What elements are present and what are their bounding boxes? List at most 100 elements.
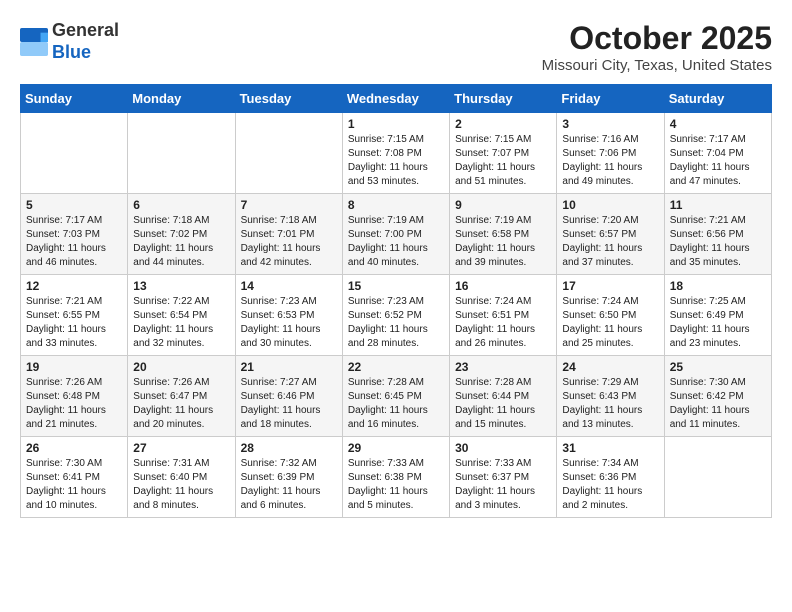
day-number: 24 — [562, 360, 658, 374]
day-number: 31 — [562, 441, 658, 455]
calendar-day-header: Thursday — [450, 85, 557, 113]
cell-info: Sunrise: 7:20 AM Sunset: 6:57 PM Dayligh… — [562, 214, 658, 270]
day-number: 5 — [26, 198, 122, 212]
calendar-cell: 12 Sunrise: 7:21 AM Sunset: 6:55 PM Dayli… — [21, 275, 128, 356]
cell-info: Sunrise: 7:23 AM Sunset: 6:53 PM Dayligh… — [241, 295, 337, 351]
cell-info: Sunrise: 7:21 AM Sunset: 6:56 PM Dayligh… — [670, 214, 766, 270]
calendar-cell: 9 Sunrise: 7:19 AM Sunset: 6:58 PM Daylig… — [450, 194, 557, 275]
day-number: 25 — [670, 360, 766, 374]
calendar-cell: 27Sunrise: 7:31 AM Sunset: 6:40 PM Dayli… — [128, 437, 235, 518]
cell-info: Sunrise: 7:33 AM Sunset: 6:38 PM Dayligh… — [348, 457, 444, 513]
cell-info: Sunrise: 7:15 AM Sunset: 7:07 PM Dayligh… — [455, 133, 551, 189]
title-block: October 2025 Missouri City, Texas, Unite… — [542, 20, 772, 74]
logo-general-text: General — [52, 20, 119, 42]
day-number: 18 — [670, 279, 766, 293]
day-number: 3 — [562, 117, 658, 131]
calendar-cell: 28Sunrise: 7:32 AM Sunset: 6:39 PM Dayli… — [235, 437, 342, 518]
day-number: 27 — [133, 441, 229, 455]
calendar-cell: 18 Sunrise: 7:25 AM Sunset: 6:49 PM Dayli… — [664, 275, 771, 356]
calendar-cell: 30 Sunrise: 7:33 AM Sunset: 6:37 PM Dayli… — [450, 437, 557, 518]
calendar-day-header: Saturday — [664, 85, 771, 113]
day-number: 22 — [348, 360, 444, 374]
calendar-table: SundayMondayTuesdayWednesdayThursdayFrid… — [20, 84, 772, 518]
calendar-cell: 19 Sunrise: 7:26 AM Sunset: 6:48 PM Dayli… — [21, 356, 128, 437]
cell-info: Sunrise: 7:23 AM Sunset: 6:52 PM Dayligh… — [348, 295, 444, 351]
calendar-cell: 17Sunrise: 7:24 AM Sunset: 6:50 PM Dayli… — [557, 275, 664, 356]
calendar-day-header: Tuesday — [235, 85, 342, 113]
day-number: 4 — [670, 117, 766, 131]
day-number: 12 — [26, 279, 122, 293]
calendar-cell: 24 Sunrise: 7:29 AM Sunset: 6:43 PM Dayli… — [557, 356, 664, 437]
calendar-cell: 8Sunrise: 7:19 AM Sunset: 7:00 PM Daylig… — [342, 194, 449, 275]
calendar-cell: 2 Sunrise: 7:15 AM Sunset: 7:07 PM Daylig… — [450, 113, 557, 194]
calendar-cell — [664, 437, 771, 518]
calendar-cell: 25 Sunrise: 7:30 AM Sunset: 6:42 PM Dayli… — [664, 356, 771, 437]
day-number: 7 — [241, 198, 337, 212]
cell-info: Sunrise: 7:16 AM Sunset: 7:06 PM Dayligh… — [562, 133, 658, 189]
cell-info: Sunrise: 7:26 AM Sunset: 6:48 PM Dayligh… — [26, 376, 122, 432]
calendar-cell: 20 Sunrise: 7:26 AM Sunset: 6:47 PM Dayli… — [128, 356, 235, 437]
calendar-cell: 10 Sunrise: 7:20 AM Sunset: 6:57 PM Dayli… — [557, 194, 664, 275]
calendar-week-row: 19 Sunrise: 7:26 AM Sunset: 6:48 PM Dayli… — [21, 356, 772, 437]
cell-info: Sunrise: 7:28 AM Sunset: 6:44 PM Dayligh… — [455, 376, 551, 432]
day-number: 11 — [670, 198, 766, 212]
calendar-cell: 1Sunrise: 7:15 AM Sunset: 7:08 PM Daylig… — [342, 113, 449, 194]
cell-info: Sunrise: 7:15 AM Sunset: 7:08 PM Dayligh… — [348, 133, 444, 189]
page-header: General Blue October 2025 Missouri City,… — [20, 20, 772, 74]
cell-info: Sunrise: 7:28 AM Sunset: 6:45 PM Dayligh… — [348, 376, 444, 432]
cell-info: Sunrise: 7:33 AM Sunset: 6:37 PM Dayligh… — [455, 457, 551, 513]
calendar-cell: 3 Sunrise: 7:16 AM Sunset: 7:06 PM Daylig… — [557, 113, 664, 194]
cell-info: Sunrise: 7:22 AM Sunset: 6:54 PM Dayligh… — [133, 295, 229, 351]
day-number: 16 — [455, 279, 551, 293]
day-number: 30 — [455, 441, 551, 455]
cell-info: Sunrise: 7:30 AM Sunset: 6:42 PM Dayligh… — [670, 376, 766, 432]
day-number: 9 — [455, 198, 551, 212]
cell-info: Sunrise: 7:21 AM Sunset: 6:55 PM Dayligh… — [26, 295, 122, 351]
calendar-cell: 4Sunrise: 7:17 AM Sunset: 7:04 PM Daylig… — [664, 113, 771, 194]
day-number: 13 — [133, 279, 229, 293]
day-number: 20 — [133, 360, 229, 374]
cell-info: Sunrise: 7:19 AM Sunset: 7:00 PM Dayligh… — [348, 214, 444, 270]
day-number: 21 — [241, 360, 337, 374]
calendar-cell: 23 Sunrise: 7:28 AM Sunset: 6:44 PM Dayli… — [450, 356, 557, 437]
day-number: 2 — [455, 117, 551, 131]
day-number: 29 — [348, 441, 444, 455]
calendar-cell: 15 Sunrise: 7:23 AM Sunset: 6:52 PM Dayli… — [342, 275, 449, 356]
cell-info: Sunrise: 7:18 AM Sunset: 7:01 PM Dayligh… — [241, 214, 337, 270]
calendar-cell — [235, 113, 342, 194]
cell-info: Sunrise: 7:17 AM Sunset: 7:03 PM Dayligh… — [26, 214, 122, 270]
calendar-day-header: Wednesday — [342, 85, 449, 113]
calendar-day-header: Sunday — [21, 85, 128, 113]
calendar-cell: 16Sunrise: 7:24 AM Sunset: 6:51 PM Dayli… — [450, 275, 557, 356]
day-number: 26 — [26, 441, 122, 455]
day-number: 23 — [455, 360, 551, 374]
day-number: 19 — [26, 360, 122, 374]
calendar-week-row: 1Sunrise: 7:15 AM Sunset: 7:08 PM Daylig… — [21, 113, 772, 194]
logo-icon — [20, 28, 48, 56]
day-number: 15 — [348, 279, 444, 293]
calendar-day-header: Friday — [557, 85, 664, 113]
calendar-week-row: 12 Sunrise: 7:21 AM Sunset: 6:55 PM Dayli… — [21, 275, 772, 356]
cell-info: Sunrise: 7:26 AM Sunset: 6:47 PM Dayligh… — [133, 376, 229, 432]
day-number: 14 — [241, 279, 337, 293]
day-number: 17 — [562, 279, 658, 293]
calendar-cell: 21 Sunrise: 7:27 AM Sunset: 6:46 PM Dayli… — [235, 356, 342, 437]
calendar-header-row: SundayMondayTuesdayWednesdayThursdayFrid… — [21, 85, 772, 113]
cell-info: Sunrise: 7:34 AM Sunset: 6:36 PM Dayligh… — [562, 457, 658, 513]
calendar-cell — [21, 113, 128, 194]
calendar-cell: 29 Sunrise: 7:33 AM Sunset: 6:38 PM Dayli… — [342, 437, 449, 518]
day-number: 28 — [241, 441, 337, 455]
calendar-week-row: 26Sunrise: 7:30 AM Sunset: 6:41 PM Dayli… — [21, 437, 772, 518]
cell-info: Sunrise: 7:29 AM Sunset: 6:43 PM Dayligh… — [562, 376, 658, 432]
calendar-day-header: Monday — [128, 85, 235, 113]
calendar-cell: 11 Sunrise: 7:21 AM Sunset: 6:56 PM Dayli… — [664, 194, 771, 275]
calendar-week-row: 5 Sunrise: 7:17 AM Sunset: 7:03 PM Daylig… — [21, 194, 772, 275]
calendar-cell: 13 Sunrise: 7:22 AM Sunset: 6:54 PM Dayli… — [128, 275, 235, 356]
cell-info: Sunrise: 7:19 AM Sunset: 6:58 PM Dayligh… — [455, 214, 551, 270]
cell-info: Sunrise: 7:27 AM Sunset: 6:46 PM Dayligh… — [241, 376, 337, 432]
day-number: 6 — [133, 198, 229, 212]
location: Missouri City, Texas, United States — [542, 57, 772, 74]
cell-info: Sunrise: 7:25 AM Sunset: 6:49 PM Dayligh… — [670, 295, 766, 351]
calendar-cell: 14 Sunrise: 7:23 AM Sunset: 6:53 PM Dayli… — [235, 275, 342, 356]
day-number: 10 — [562, 198, 658, 212]
